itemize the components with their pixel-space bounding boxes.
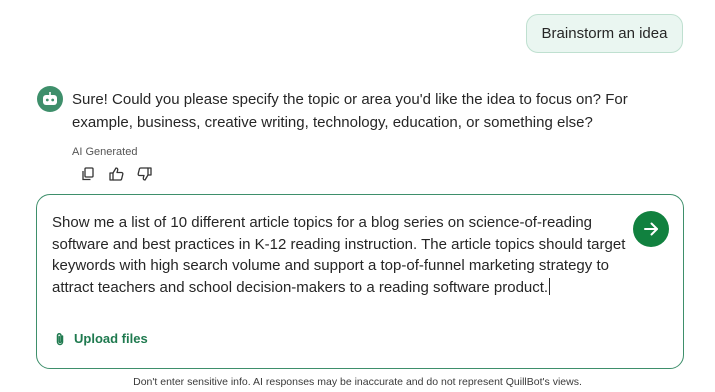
upload-files-button[interactable]: Upload files [55, 331, 148, 346]
message-input-value: Show me a list of 10 different article t… [52, 214, 626, 296]
message-composer[interactable]: Show me a list of 10 different article t… [36, 194, 684, 369]
copy-button[interactable] [78, 165, 98, 183]
user-message-text: Brainstorm an idea [541, 25, 668, 42]
thumbs-up-icon [108, 167, 123, 181]
bot-message-text: Sure! Could you please specify the topic… [72, 91, 628, 131]
message-actions [78, 165, 154, 183]
thumbs-down-button[interactable] [134, 165, 154, 183]
bot-avatar-icon [37, 86, 63, 112]
upload-files-label: Upload files [74, 331, 148, 346]
thumbs-down-icon [137, 167, 152, 181]
message-input[interactable]: Show me a list of 10 different article t… [52, 212, 627, 298]
user-message-bubble: Brainstorm an idea [526, 14, 683, 53]
paperclip-icon [56, 332, 64, 345]
disclaimer-text: Don't enter sensitive info. AI responses… [133, 376, 582, 388]
thumbs-up-button[interactable] [106, 165, 126, 183]
arrow-right-icon [644, 222, 658, 236]
text-caret [549, 277, 551, 295]
send-button[interactable] [633, 211, 669, 247]
ai-generated-label: AI Generated [72, 146, 138, 158]
chat-page: Brainstorm an idea Sure! Could you pleas… [0, 0, 715, 392]
copy-icon [82, 167, 94, 181]
